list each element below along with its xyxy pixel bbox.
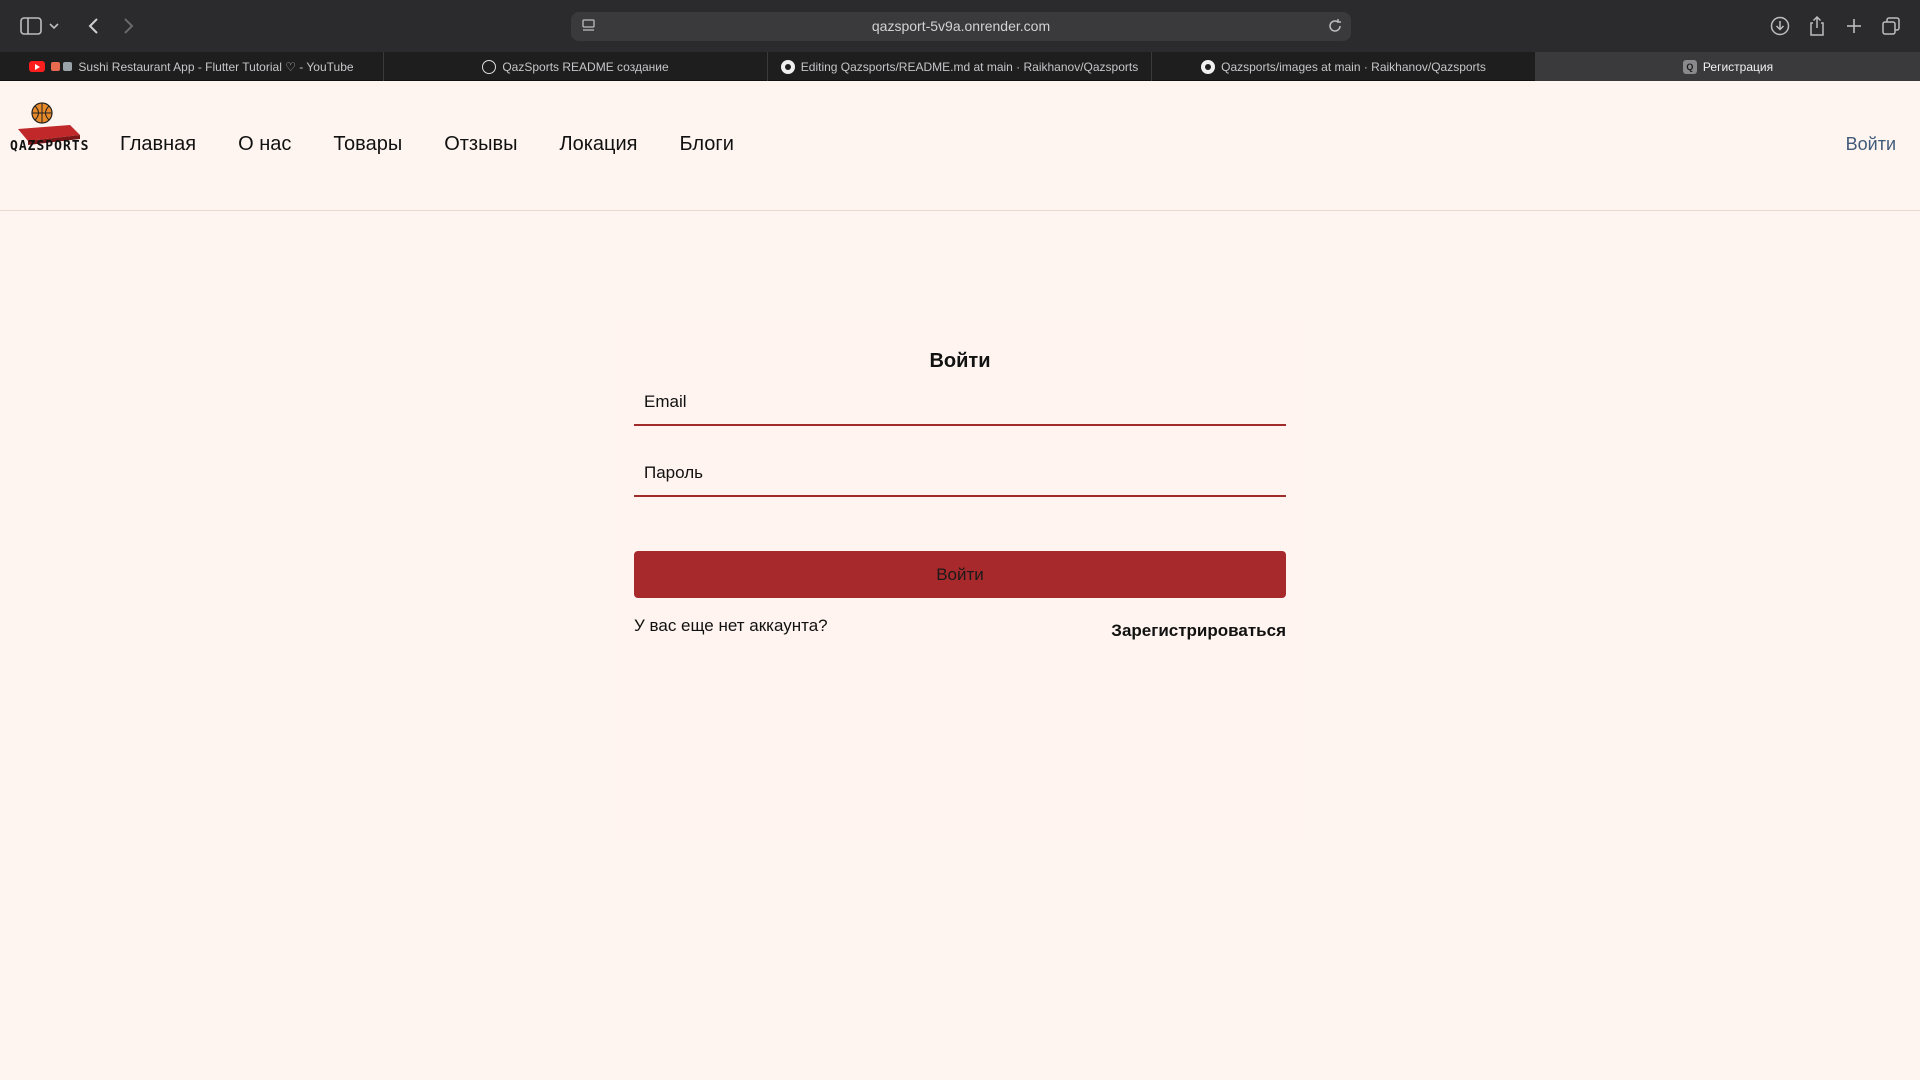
- form-title: Войти: [929, 350, 991, 372]
- reload-icon[interactable]: [1327, 18, 1343, 39]
- share-icon[interactable]: [1804, 13, 1830, 39]
- url-text: qazsport-5v9a.onrender.com: [871, 18, 1051, 34]
- tab-github-readme[interactable]: Editing Qazsports/README.md at main · Ra…: [768, 52, 1152, 81]
- no-account-text: У вас еще нет аккаунта?: [634, 616, 828, 635]
- site-icon: Q: [1682, 59, 1697, 74]
- tab-registration[interactable]: Q Регистрация: [1536, 52, 1920, 81]
- browser-toolbar: qazsport-5v9a.onrender.com: [0, 0, 1920, 52]
- nav-blogs[interactable]: Блоги: [680, 133, 734, 156]
- tab-github-images[interactable]: Qazsports/images at main · Raikhanov/Qaz…: [1152, 52, 1536, 81]
- register-link[interactable]: Зарегистрироваться: [1111, 621, 1286, 641]
- site-header: QAZSPORTS Главная О нас Товары Отзывы Ло…: [0, 81, 1920, 211]
- logo-text: QAZSPORTS: [10, 139, 90, 154]
- sushi-emoji-icons: [51, 62, 73, 71]
- github-icon: [780, 59, 795, 74]
- youtube-icon: [29, 61, 46, 72]
- email-input[interactable]: [634, 380, 1286, 424]
- email-field-wrapper: [634, 380, 1286, 426]
- nav-products[interactable]: Товары: [333, 133, 402, 156]
- tab-label: Sushi Restaurant App - Flutter Tutorial …: [78, 59, 354, 74]
- new-tab-icon[interactable]: [1841, 13, 1867, 39]
- sidebar-toggle-icon[interactable]: [18, 13, 44, 39]
- nav-location[interactable]: Локация: [559, 133, 637, 156]
- tab-label: Editing Qazsports/README.md at main · Ra…: [800, 59, 1139, 74]
- tab-bar: Sushi Restaurant App - Flutter Tutorial …: [0, 52, 1920, 81]
- tab-youtube[interactable]: Sushi Restaurant App - Flutter Tutorial …: [0, 52, 384, 81]
- password-input[interactable]: [634, 451, 1286, 495]
- nav-home[interactable]: Главная: [120, 133, 196, 156]
- main-nav: Главная О нас Товары Отзывы Локация Блог…: [120, 133, 776, 156]
- password-field-wrapper: [634, 451, 1286, 497]
- downloads-icon[interactable]: [1767, 13, 1793, 39]
- address-bar[interactable]: qazsport-5v9a.onrender.com: [571, 12, 1351, 41]
- forward-icon[interactable]: [116, 13, 142, 39]
- tab-label: QazSports README создание: [502, 59, 669, 74]
- login-form: Войти Войти У вас еще нет аккаунта? Заре…: [615, 320, 1305, 840]
- nav-about[interactable]: О нас: [238, 133, 291, 156]
- chatgpt-icon: [482, 59, 497, 74]
- tab-label: Qazsports/images at main · Raikhanov/Qaz…: [1221, 59, 1486, 74]
- tab-overview-icon[interactable]: [1878, 13, 1904, 39]
- github-icon: [1201, 59, 1216, 74]
- login-button[interactable]: Войти: [634, 551, 1286, 598]
- header-login-link[interactable]: Войти: [1846, 134, 1896, 155]
- tab-chatgpt[interactable]: QazSports README создание: [384, 52, 768, 81]
- nav-reviews[interactable]: Отзывы: [444, 133, 517, 156]
- tab-label: Регистрация: [1702, 59, 1774, 74]
- chevron-down-icon[interactable]: [46, 13, 62, 39]
- back-icon[interactable]: [80, 13, 106, 39]
